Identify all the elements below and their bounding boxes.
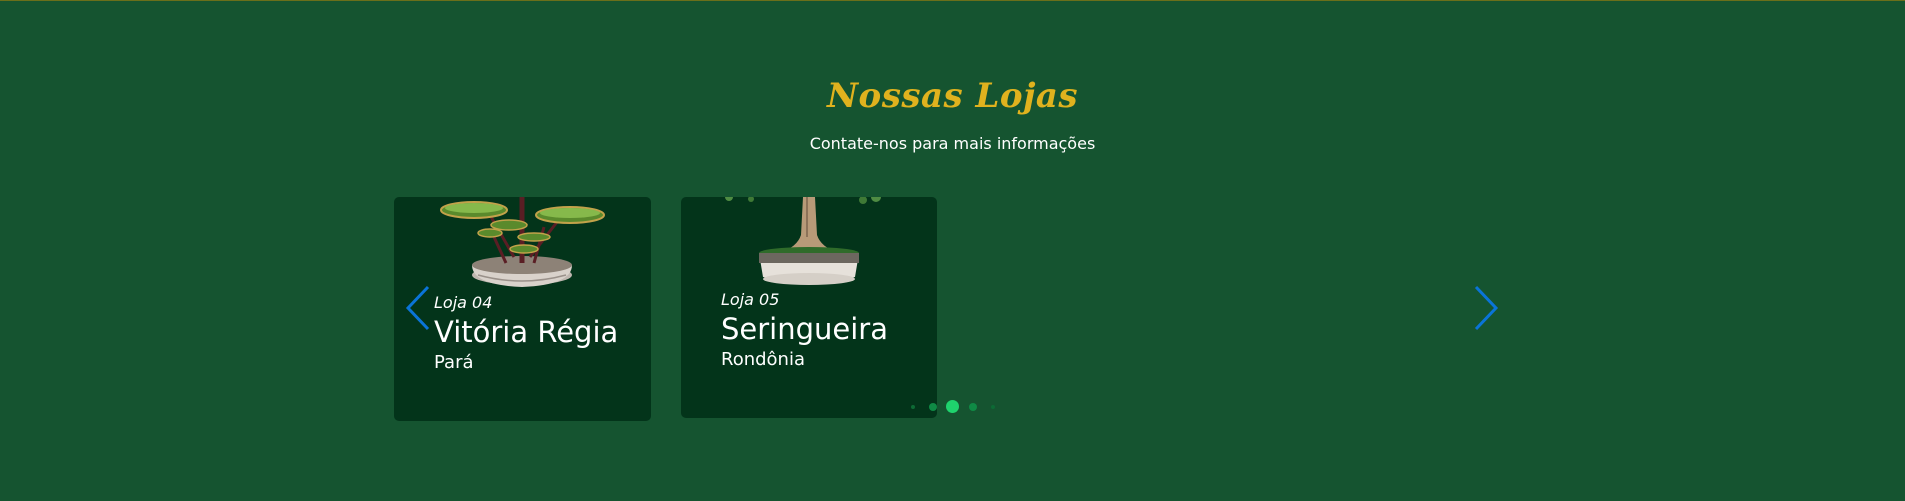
store-name: Vitória Régia <box>434 315 619 349</box>
carousel-next-button[interactable] <box>1472 285 1500 331</box>
store-card[interactable]: Loja 04 Vitória Régia Pará <box>394 197 651 421</box>
stores-carousel: Loja 04 Vitória Régia Pará Loja 05 Serin… <box>0 0 1905 501</box>
pagination-dot[interactable] <box>911 405 915 409</box>
rubber-tree-bonsai-image <box>725 197 881 285</box>
pagination-dot-active[interactable] <box>946 400 959 413</box>
chevron-right-icon <box>1474 285 1499 331</box>
pagination-dot[interactable] <box>969 403 977 411</box>
pagination-dot[interactable] <box>929 403 937 411</box>
store-state: Rondônia <box>721 349 805 370</box>
store-card-text: Loja 05 Seringueira Rondônia <box>721 290 888 372</box>
pagination-dot[interactable] <box>991 405 995 409</box>
store-name: Seringueira <box>721 312 888 346</box>
store-number: Loja 05 <box>721 290 780 309</box>
store-number: Loja 04 <box>434 293 493 312</box>
chevron-left-icon <box>405 285 430 331</box>
store-card-text: Loja 04 Vitória Régia Pará <box>434 293 618 375</box>
store-card[interactable]: Loja 05 Seringueira Rondônia <box>681 197 937 418</box>
water-lily-bonsai-image <box>440 197 605 287</box>
store-state: Pará <box>434 352 474 373</box>
carousel-prev-button[interactable] <box>404 285 432 331</box>
